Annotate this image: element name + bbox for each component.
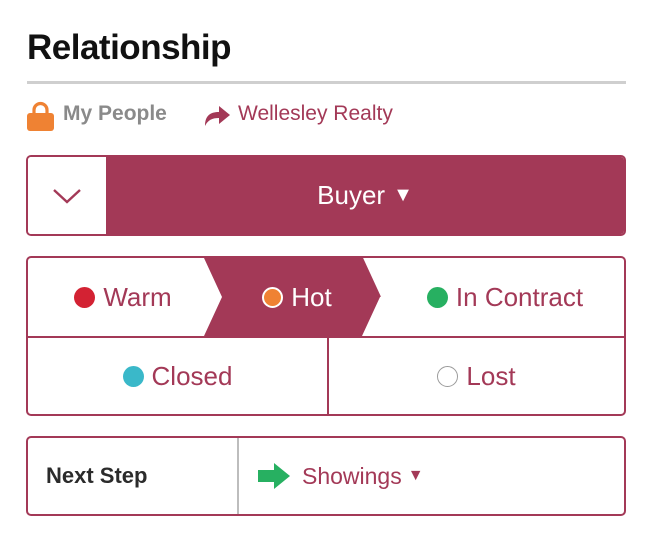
next-step-value: Showings xyxy=(302,462,402,489)
stage-row-bottom: Closed Lost xyxy=(28,338,624,414)
stage-option-in-contract[interactable]: In Contract xyxy=(386,258,624,336)
stage-option-lost[interactable]: Lost xyxy=(329,338,624,414)
share-arrow-icon xyxy=(205,106,230,126)
next-step-dropdown[interactable]: Showings ▼ xyxy=(258,438,424,514)
stage-option-warm[interactable]: Warm xyxy=(28,258,218,336)
contact-type-dropdown[interactable]: Buyer ▼ xyxy=(106,157,624,234)
ownership-row: My People Wellesley Realty xyxy=(27,98,627,134)
contact-type-value: Buyer xyxy=(317,180,386,210)
stage-label: In Contract xyxy=(455,281,584,312)
next-step-row: Next Step Showings ▼ xyxy=(26,436,626,516)
caret-down-icon: ▼ xyxy=(393,184,413,206)
green-arrow-icon xyxy=(258,463,290,489)
stage-label: Hot xyxy=(291,281,332,312)
stage-label: Warm xyxy=(103,281,172,312)
next-step-divider xyxy=(237,438,239,514)
contact-type-selector: Buyer ▼ xyxy=(26,155,626,236)
collapse-toggle-button[interactable] xyxy=(28,157,106,234)
chevron-down-icon xyxy=(53,188,81,204)
lost-dot-icon xyxy=(437,365,459,387)
stage-selector: Warm Hot In Contract Closed Lost xyxy=(26,256,626,416)
stage-option-closed[interactable]: Closed xyxy=(28,338,327,414)
stage-option-hot[interactable]: Hot xyxy=(218,258,376,336)
page-title: Relationship xyxy=(27,28,232,67)
in-contract-dot-icon xyxy=(426,286,448,308)
caret-down-icon: ▼ xyxy=(407,467,424,484)
stage-label: Closed xyxy=(151,360,233,391)
next-step-label: Next Step xyxy=(46,463,148,488)
closed-dot-icon xyxy=(122,365,144,387)
scope-label: My People xyxy=(63,102,167,125)
warm-dot-icon xyxy=(74,286,96,308)
hot-dot-icon xyxy=(262,286,284,308)
title-divider xyxy=(27,81,626,84)
stage-label: Lost xyxy=(466,360,516,391)
lock-icon xyxy=(27,101,54,131)
brokerage-link[interactable]: Wellesley Realty xyxy=(238,102,393,126)
stage-row-top: Warm Hot In Contract xyxy=(28,258,624,338)
